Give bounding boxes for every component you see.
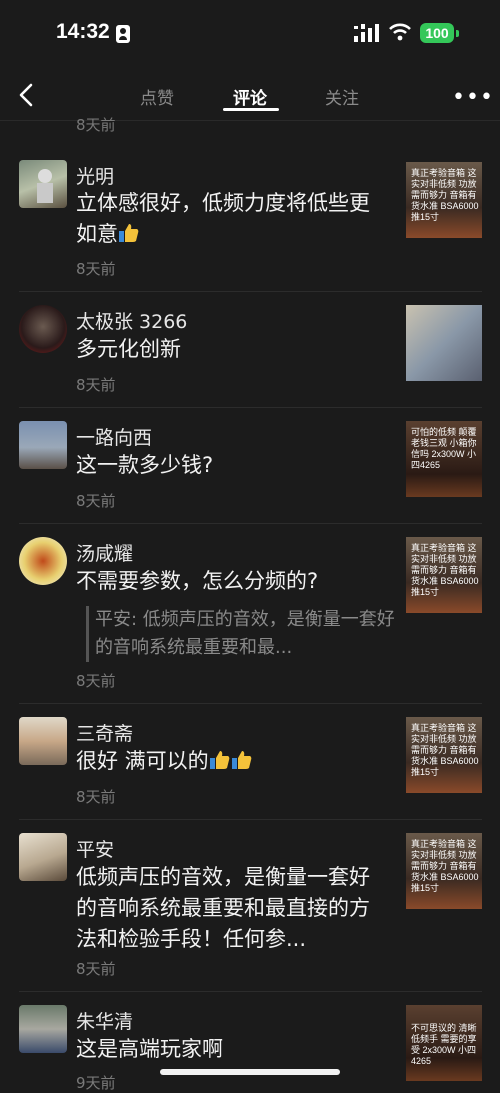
comment-item[interactable]: 光明 立体感很好，低频力度将低些更如意 8天前 真正考验音箱 这实对非低频 功放… bbox=[0, 122, 500, 292]
video-thumbnail[interactable]: 真正考验音箱 这实对非低频 功放需而够力 音箱有货水准 BSA6000推15寸 bbox=[406, 537, 482, 613]
video-thumbnail[interactable]: 真正考验音箱 这实对非低频 功放需而够力 音箱有货水准 BSA6000推15寸 bbox=[406, 162, 482, 238]
video-thumbnail[interactable]: 真正考验音箱 这实对非低频 功放需而够力 音箱有货水准 BSA6000推15寸 bbox=[406, 717, 482, 793]
comment-time: 8天前 bbox=[76, 960, 116, 978]
battery-tip bbox=[456, 30, 459, 37]
commenter-name[interactable]: 朱华清 bbox=[76, 1007, 133, 1034]
avatar[interactable] bbox=[19, 537, 67, 585]
status-time: 14:32 bbox=[56, 20, 110, 43]
thumbs-up-icon bbox=[119, 224, 139, 242]
comment-text: 这一款多少钱? bbox=[76, 453, 214, 477]
comment-time: 8天前 bbox=[76, 492, 116, 510]
more-dots-icon[interactable]: ••• bbox=[452, 85, 494, 110]
chevron-left-icon[interactable] bbox=[16, 82, 38, 108]
comment-item[interactable]: 一路向西 这一款多少钱? 8天前 可怕的低频 颠覆老钱三观 小箱你信吗 2x30… bbox=[0, 408, 500, 524]
avatar[interactable] bbox=[19, 1005, 67, 1053]
commenter-name[interactable]: 光明 bbox=[76, 162, 114, 189]
commenter-name[interactable]: 汤咸耀 bbox=[76, 539, 133, 566]
commenter-name[interactable]: 平安 bbox=[76, 835, 114, 862]
thumbnail-caption: 真正考验音箱 这实对非低频 功放需而够力 音箱有货水准 BSA6000推15寸 bbox=[411, 168, 479, 222]
home-indicator[interactable] bbox=[160, 1069, 340, 1075]
thumbnail-caption: 真正考验音箱 这实对非低频 功放需而够力 音箱有货水准 BSA6000推15寸 bbox=[411, 723, 479, 777]
avatar[interactable] bbox=[19, 833, 67, 881]
thumbnail-caption: 真正考验音箱 这实对非低频 功放需而够力 音箱有货水准 BSA6000推15寸 bbox=[411, 543, 479, 597]
comment-item[interactable]: 三奇斋 很好 满可以的 8天前 真正考验音箱 这实对非低频 功放需而够力 音箱有… bbox=[0, 704, 500, 820]
avatar[interactable] bbox=[19, 160, 67, 208]
comment-time: 8天前 bbox=[76, 376, 116, 394]
comment-item[interactable]: 平安 低频声压的音效，是衡量一套好的音响系统最重要和最直接的方法和检验手段！任何… bbox=[0, 820, 500, 992]
video-thumbnail[interactable]: 不可思议的 清晰低频手 需要的享受 2x300W 小四4265 bbox=[406, 1005, 482, 1081]
video-thumbnail[interactable]: 可怕的低频 颠覆老钱三观 小箱你信吗 2x300W 小四4265 bbox=[406, 421, 482, 497]
tab-comments[interactable]: 评论 bbox=[233, 84, 267, 109]
avatar[interactable] bbox=[19, 305, 67, 353]
comment-text: 多元化创新 bbox=[76, 337, 181, 361]
avatar[interactable] bbox=[19, 421, 67, 469]
thumbnail-caption: 可怕的低频 颠覆老钱三观 小箱你信吗 2x300W 小四4265 bbox=[411, 427, 477, 470]
id-card-icon bbox=[116, 25, 130, 43]
signal-icon bbox=[354, 24, 379, 42]
comment-text: 很好 满可以的 bbox=[76, 746, 388, 777]
active-tab-indicator bbox=[223, 108, 279, 111]
commenter-name[interactable]: 一路向西 bbox=[76, 423, 152, 450]
status-bar: 14:32 100 bbox=[0, 0, 500, 68]
avatar[interactable] bbox=[19, 717, 67, 765]
tab-follows[interactable]: 关注 bbox=[325, 84, 359, 109]
comment-item[interactable]: 太极张 3266 多元化创新 8天前 bbox=[0, 292, 500, 408]
quoted-reply[interactable]: 平安: 低频声压的音效，是衡量一套好的音响系统最重要和最... bbox=[86, 606, 395, 662]
comment-text: 立体感很好，低频力度将低些更如意 bbox=[76, 191, 370, 246]
video-thumbnail[interactable] bbox=[406, 305, 482, 381]
comment-item[interactable]: 汤咸耀 不需要参数，怎么分频的? 平安: 低频声压的音效，是衡量一套好的音响系统… bbox=[0, 524, 500, 704]
thumbs-up-icon bbox=[209, 751, 230, 769]
commenter-name[interactable]: 三奇斋 bbox=[76, 719, 133, 746]
comment-time: 8天前 bbox=[76, 260, 116, 278]
thumbnail-caption: 不可思议的 清晰低频手 需要的享受 2x300W 小四4265 bbox=[411, 1023, 477, 1066]
thumbs-up-icon bbox=[231, 751, 252, 769]
wifi-icon bbox=[389, 23, 411, 41]
battery-icon: 100 bbox=[420, 23, 454, 43]
video-thumbnail[interactable]: 真正考验音箱 这实对非低频 功放需而够力 音箱有货水准 BSA6000推15寸 bbox=[406, 833, 482, 909]
top-nav: 点赞 评论 关注 ••• bbox=[0, 68, 500, 121]
comment-text: 不需要参数，怎么分频的? bbox=[76, 569, 319, 593]
tab-likes[interactable]: 点赞 bbox=[140, 84, 174, 109]
comment-text: 这是高端玩家啊 bbox=[76, 1037, 223, 1061]
comment-time: 8天前 bbox=[76, 788, 116, 806]
commenter-name[interactable]: 太极张 3266 bbox=[76, 307, 187, 334]
comment-text: 低频声压的音效，是衡量一套好的音响系统最重要和最直接的方法和检验手段！任何参..… bbox=[76, 865, 370, 951]
thumbnail-caption: 真正考验音箱 这实对非低频 功放需而够力 音箱有货水准 BSA6000推15寸 bbox=[411, 839, 479, 893]
comment-time: 8天前 bbox=[76, 672, 116, 690]
